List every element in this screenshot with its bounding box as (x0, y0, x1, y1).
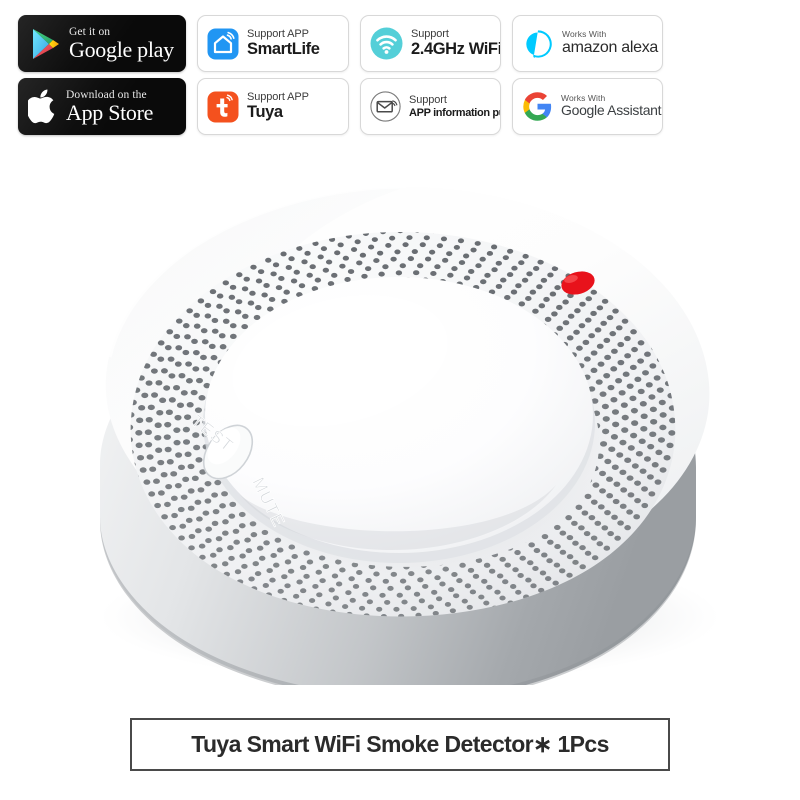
google-play-triangle-icon (28, 26, 62, 62)
product-image-page: Get it on Google play Support APP SmartL… (0, 0, 800, 800)
badge-alexa-line1: Works With (562, 28, 607, 39)
smartlife-house-icon (207, 28, 239, 60)
badge-wifi-line2: 2.4GHz WiFi (411, 40, 501, 59)
amazon-alexa-ring-icon (522, 28, 554, 60)
google-g-icon (522, 91, 553, 122)
badge-wifi-24ghz[interactable]: Support 2.4GHz WiFi (360, 15, 501, 72)
badge-smartlife-line2: SmartLife (247, 40, 320, 59)
product-photo-smoke-detector: TEST MUTE (0, 165, 800, 685)
tuya-t-icon (207, 91, 239, 123)
apple-logo-icon (28, 88, 59, 126)
badge-tuya-line2: Tuya (247, 103, 283, 122)
badge-alexa-text: Works With amazon alexa (562, 28, 659, 57)
badge-app-store[interactable]: Download on the App Store (18, 78, 186, 135)
product-caption-box: Tuya Smart WiFi Smoke Detector∗ 1Pcs (130, 718, 670, 771)
badge-app-information-push[interactable]: Support APP information push (360, 78, 501, 135)
badge-alexa-line2: amazon alexa (562, 39, 659, 57)
badge-amazon-alexa[interactable]: Works With amazon alexa (512, 15, 663, 72)
badge-tuya[interactable]: Support APP Tuya (197, 78, 349, 135)
badge-wifi-text: Support 2.4GHz WiFi (411, 28, 501, 59)
badge-smartlife-line1: Support APP (247, 28, 309, 41)
badge-push-line2: APP information push (409, 106, 500, 119)
smoke-detector-illustration: TEST MUTE (100, 185, 720, 685)
badge-google-play-text: Get it on Google play (69, 26, 174, 61)
badge-google-assistant[interactable]: Works With Google Assistant (512, 78, 663, 135)
badge-google-assistant-text: Works With Google Assistant (561, 93, 662, 119)
compatibility-badge-grid: Get it on Google play Support APP SmartL… (18, 15, 663, 135)
badge-ga-line2: Google Assistant (561, 102, 662, 119)
badge-smartlife-text: Support APP SmartLife (247, 28, 320, 59)
badge-push-line1: Support (409, 94, 447, 107)
badge-push-text: Support APP information push (409, 94, 500, 119)
badge-tuya-line1: Support APP (247, 91, 309, 104)
badge-wifi-line1: Support (411, 28, 449, 41)
badge-smartlife[interactable]: Support APP SmartLife (197, 15, 349, 72)
badge-app-store-text: Download on the App Store (66, 89, 153, 124)
badge-google-play[interactable]: Get it on Google play (18, 15, 186, 72)
wifi-signal-icon (370, 27, 403, 60)
envelope-push-icon (370, 91, 401, 122)
badge-tuya-text: Support APP Tuya (247, 91, 309, 122)
product-caption-text: Tuya Smart WiFi Smoke Detector∗ 1Pcs (191, 731, 609, 757)
badge-google-play-line2: Google play (69, 36, 174, 62)
badge-app-store-line2: App Store (66, 99, 154, 125)
